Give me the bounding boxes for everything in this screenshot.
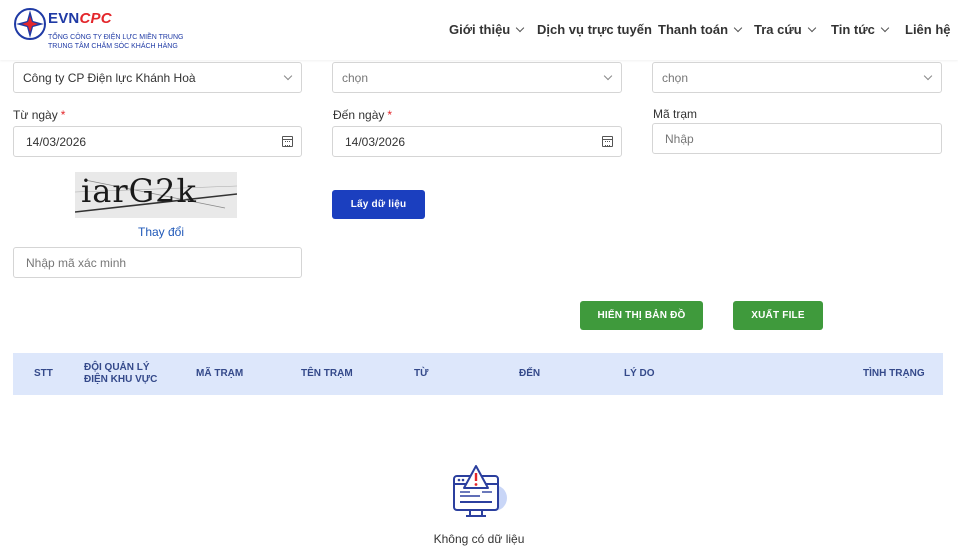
to-date-value: 14/03/2026 — [345, 134, 406, 149]
company-select-value: Công ty CP Điện lực Khánh Hoà — [23, 70, 196, 85]
nav-dich-vu-truc-tuyen[interactable]: Dịch vụ trực tuyến — [537, 22, 652, 37]
captcha-image: iarG2k — [75, 172, 237, 218]
nav-tra-cuu[interactable]: Tra cứu — [754, 22, 816, 37]
required-mark: * — [60, 108, 66, 122]
export-file-button[interactable]: XUẤT FILE — [733, 301, 823, 330]
company-name-line1: TỔNG CÔNG TY ĐIỆN LỰC MIỀN TRUNG — [48, 34, 184, 41]
fetch-data-button[interactable]: Lấy dữ liệu — [332, 190, 425, 219]
from-date-label: Từ ngày * — [13, 108, 65, 122]
status-select-value: chọn — [662, 70, 689, 85]
station-code-input[interactable]: Nhập — [652, 123, 942, 154]
col-status: TÌNH TRẠNG — [863, 368, 925, 379]
chevron-down-icon — [603, 71, 613, 81]
chevron-down-icon — [923, 71, 933, 81]
to-date-label-text: Đến ngày — [333, 108, 385, 122]
station-code-label: Mã trạm — [653, 107, 698, 121]
nav-label: Liên hệ — [905, 22, 951, 37]
brand-name[interactable]: EVNCPC — [48, 10, 112, 27]
col-to: ĐẾN — [519, 368, 541, 379]
col-team: ĐỘI QUẢN LÝ ĐIỆN KHU VỰC — [84, 362, 158, 385]
brand-cpc: CPC — [79, 10, 112, 27]
from-date-input[interactable]: 14/03/2026 — [13, 126, 302, 157]
captcha-placeholder: Nhập mã xác minh — [26, 255, 127, 270]
team-select-value: chọn — [342, 70, 369, 85]
station-code-placeholder: Nhập — [665, 131, 694, 146]
chevron-down-icon — [807, 23, 816, 32]
to-date-label: Đến ngày * — [333, 108, 392, 122]
to-date-input[interactable]: 14/03/2026 — [332, 126, 622, 157]
col-station-name: TÊN TRẠM — [301, 368, 353, 379]
team-select[interactable]: chọn — [332, 62, 622, 93]
chevron-down-icon — [733, 23, 743, 32]
table-header: STT ĐỘI QUẢN LÝ ĐIỆN KHU VỰC MÃ TRẠM TÊN… — [13, 353, 943, 395]
nav-lien-he[interactable]: Liên hệ — [905, 22, 951, 37]
chevron-down-icon — [516, 23, 525, 32]
from-date-value: 14/03/2026 — [26, 134, 87, 149]
change-captcha-link[interactable]: Thay đổi — [138, 225, 184, 239]
empty-state-text: Không có dữ liệu — [433, 532, 525, 546]
calendar-icon[interactable] — [282, 136, 293, 147]
nav-gioi-thieu[interactable]: Giới thiệu — [449, 22, 525, 37]
nav-label: Tin tức — [831, 22, 875, 37]
company-name-line2: TRUNG TÂM CHĂM SÓC KHÁCH HÀNG — [48, 43, 178, 50]
col-reason: LÝ DO — [624, 368, 655, 379]
evn-logo-icon[interactable] — [12, 6, 48, 42]
nav-thanh-toan[interactable]: Thanh toán — [658, 22, 743, 37]
nav-label: Dịch vụ trực tuyến — [537, 22, 652, 37]
brand-evn: EVN — [48, 10, 80, 27]
nav-label: Tra cứu — [754, 22, 802, 37]
no-data-icon — [453, 465, 507, 517]
site-header: EVNCPC TỔNG CÔNG TY ĐIỆN LỰC MIỀN TRUNG … — [0, 0, 958, 60]
show-map-button[interactable]: HIỂN THỊ BẢN ĐỒ — [580, 301, 703, 330]
col-from: TỪ — [414, 368, 429, 379]
status-select[interactable]: chọn — [652, 62, 942, 93]
captcha-input[interactable]: Nhập mã xác minh — [13, 247, 302, 278]
required-mark: * — [387, 108, 393, 122]
chevron-down-icon — [283, 71, 293, 81]
nav-label: Thanh toán — [658, 22, 729, 37]
company-select[interactable]: Công ty CP Điện lực Khánh Hoà — [13, 62, 302, 93]
calendar-icon[interactable] — [602, 136, 613, 147]
col-stt: STT — [34, 368, 53, 379]
nav-tin-tuc[interactable]: Tin tức — [831, 22, 890, 37]
chevron-down-icon — [880, 23, 890, 32]
col-station-code: MÃ TRẠM — [196, 368, 244, 379]
nav-label: Giới thiệu — [449, 22, 511, 37]
from-date-label-text: Từ ngày — [13, 108, 58, 122]
captcha-text: iarG2k — [81, 172, 197, 210]
